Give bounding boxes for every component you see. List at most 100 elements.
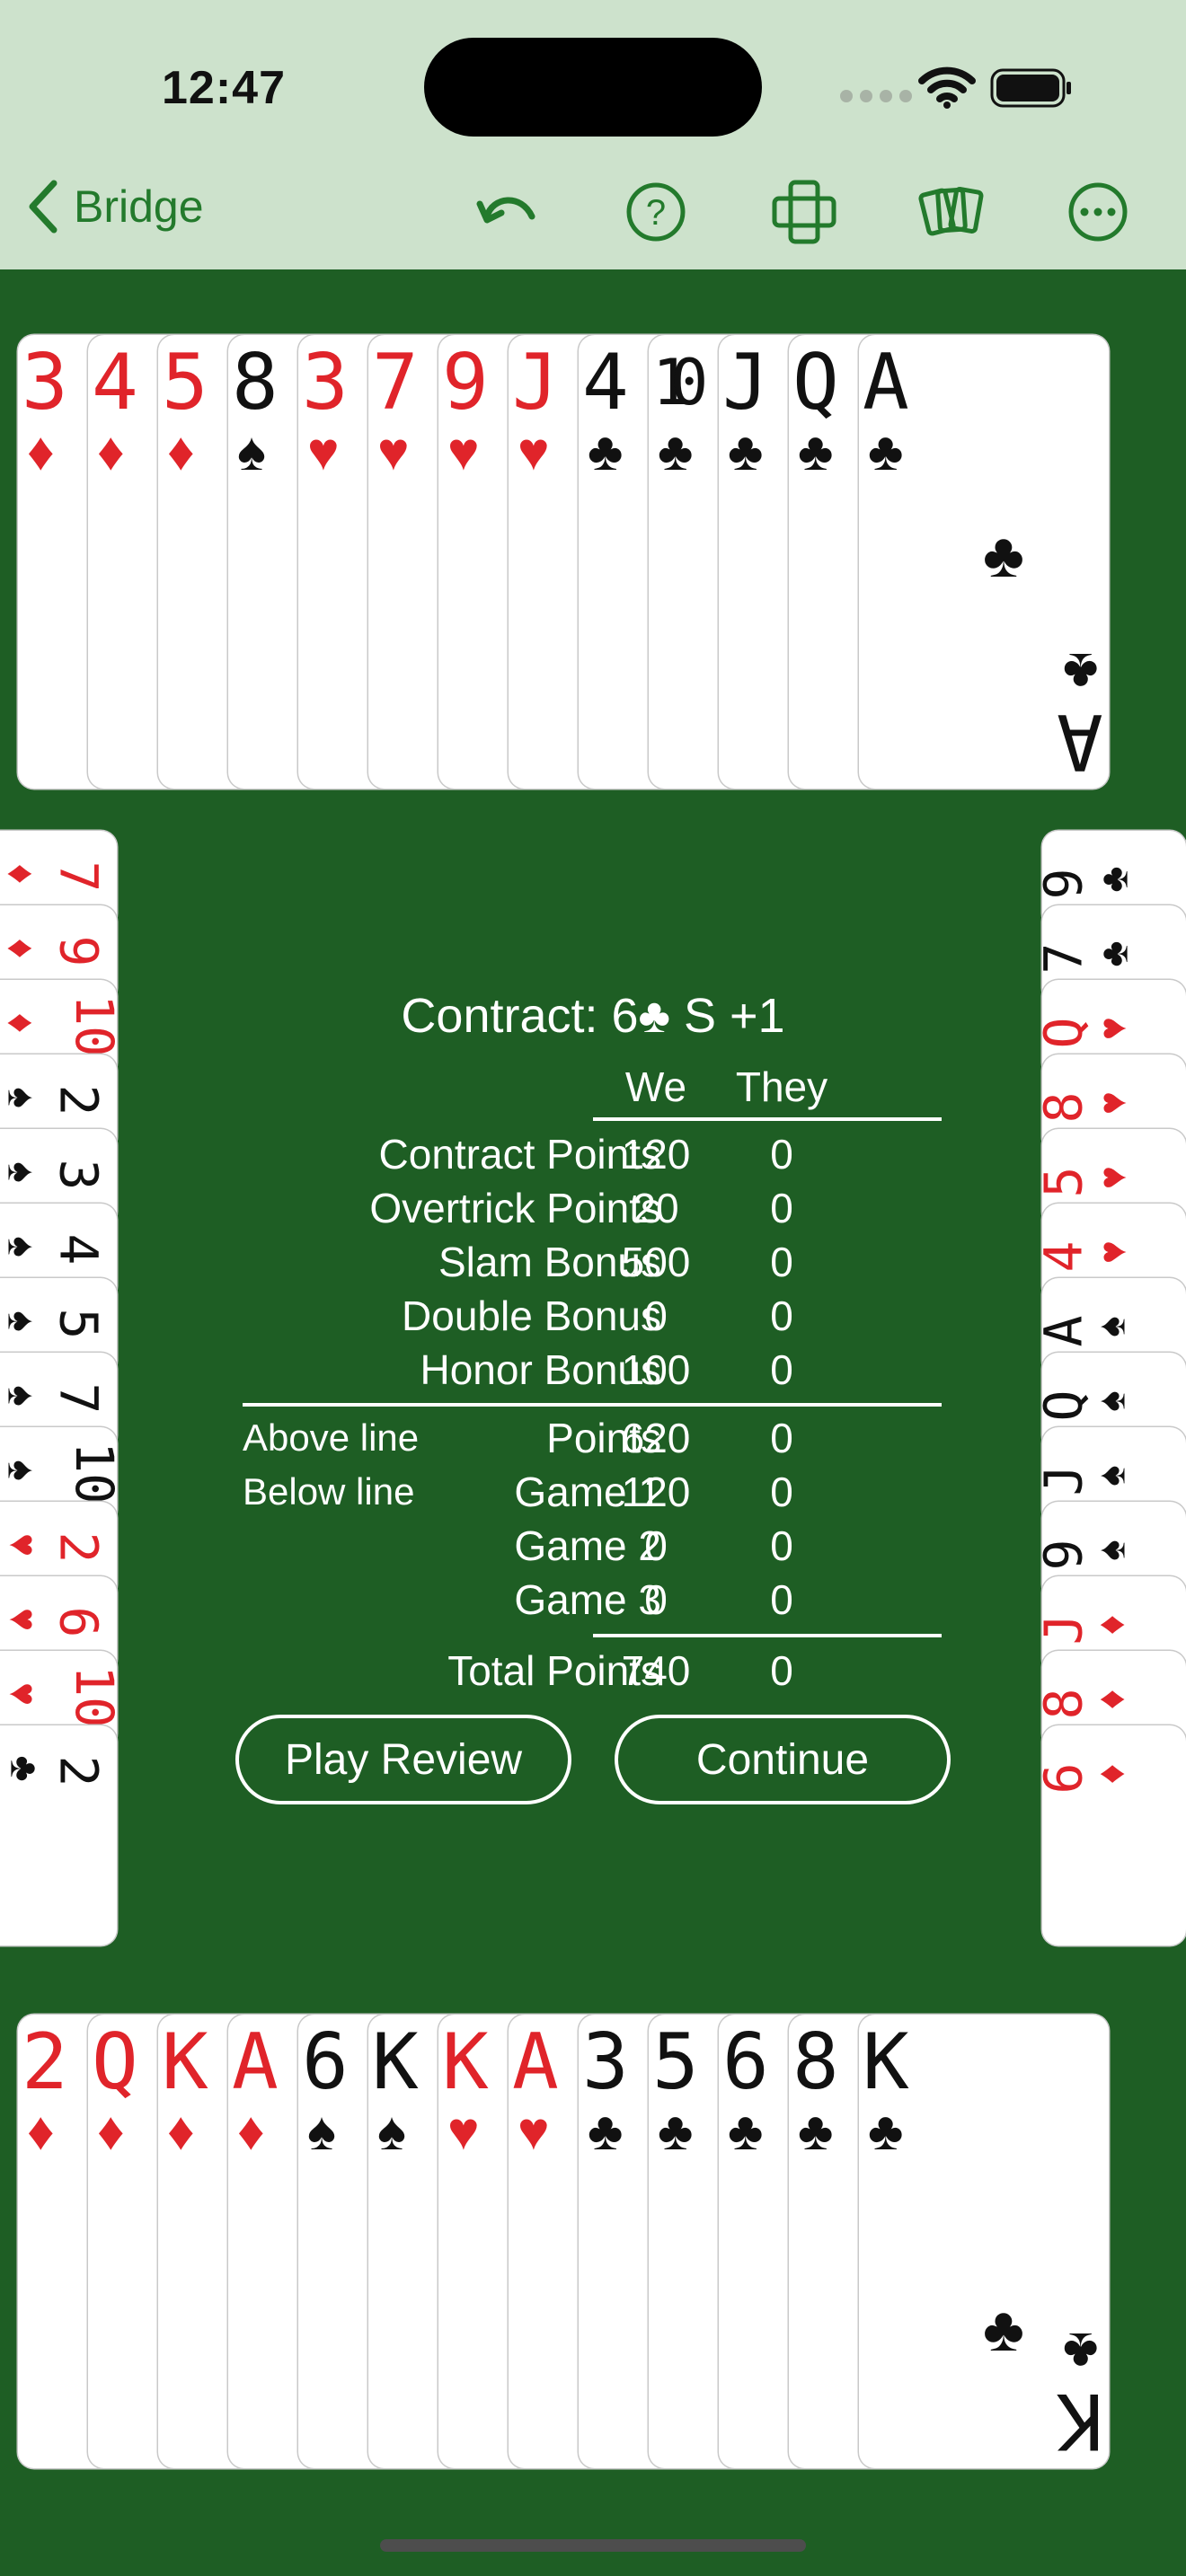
card-rank: K xyxy=(162,2017,208,2107)
card-suit: ♦ xyxy=(0,863,44,885)
card-rank: A xyxy=(232,2017,279,2107)
score-they-value: 0 xyxy=(770,1346,793,1393)
card-suit: ♥ xyxy=(1,1607,46,1632)
card-rank: 7 xyxy=(1042,943,1093,975)
score-they-value: 0 xyxy=(770,1522,793,1569)
card-rank: 6 xyxy=(722,2017,769,2107)
card-rank: 10 xyxy=(63,1665,117,1728)
card-rank: 6 xyxy=(48,1606,110,1638)
card-suit: ♥ xyxy=(307,421,340,481)
card-rank: Q xyxy=(1042,1390,1093,1422)
back-button[interactable]: Bridge xyxy=(27,180,204,234)
continue-button[interactable]: Continue xyxy=(615,1715,951,1804)
help-button[interactable]: ? xyxy=(620,176,692,248)
card-suit: ♠ xyxy=(0,1385,44,1407)
score-they-value: 0 xyxy=(770,1131,793,1178)
score-we-value: 120 xyxy=(621,1131,691,1178)
total-rule xyxy=(593,1634,942,1637)
card-suit: ♣ xyxy=(798,2101,834,2161)
card-suit: ♠ xyxy=(307,2101,336,2161)
question-icon: ? xyxy=(626,182,686,242)
card-suit: ♥ xyxy=(1,1532,46,1557)
card-suit: ♣ xyxy=(1092,940,1137,967)
card-rank: 9 xyxy=(1042,869,1093,900)
deal-button[interactable] xyxy=(915,176,987,248)
card-rank: A xyxy=(1042,1316,1093,1347)
card-rank: 4 xyxy=(92,338,138,428)
card-suit: ♦ xyxy=(0,938,44,959)
battery-icon xyxy=(990,68,1071,108)
card-rank: 2 xyxy=(22,2017,68,2107)
card-rank: 7 xyxy=(48,1382,110,1415)
score-we-value: 0 xyxy=(644,1292,668,1339)
card-suit: ♠ xyxy=(0,1310,44,1332)
rotate-hands-button[interactable] xyxy=(768,176,840,248)
card-suit: ♦ xyxy=(1089,1689,1134,1710)
west-card[interactable]: 2 ♣ xyxy=(0,1725,117,1945)
card-rank: J xyxy=(512,338,559,428)
score-they-value: 0 xyxy=(770,1415,793,1461)
card-suit: ♠ xyxy=(0,1087,44,1108)
header-rule xyxy=(593,1117,942,1121)
card-suit: ♦ xyxy=(0,1012,44,1034)
card-suit: ♠ xyxy=(1089,1316,1134,1337)
card-suit: ♣ xyxy=(658,2101,694,2161)
card-rank: 6 xyxy=(302,2017,349,2107)
header-they: They xyxy=(735,1063,828,1110)
north-card[interactable]: A ♣ ♣ A ♣ xyxy=(859,335,1109,789)
card-suit: ♥ xyxy=(1,1681,46,1707)
card-suit: ♥ xyxy=(1091,1016,1136,1041)
card-rank: 6 xyxy=(1042,1763,1093,1795)
card-rank: 8 xyxy=(792,2017,839,2107)
contract-level: Contract: 6 xyxy=(401,989,639,1043)
score-we-value: 100 xyxy=(621,1346,691,1393)
card-suit: ♣ xyxy=(728,421,764,481)
cards-icon xyxy=(918,187,984,236)
ellipsis-circle-icon xyxy=(1068,182,1128,242)
card-rank: 2 xyxy=(48,1084,110,1116)
card-rank: 3 xyxy=(302,338,349,428)
card-suit: ♠ xyxy=(237,421,266,481)
swap-cards-icon xyxy=(772,180,836,244)
card-suit: ♥ xyxy=(1091,1239,1136,1265)
card-suit: ♥ xyxy=(377,421,410,481)
card-suit: ♣ xyxy=(2,1755,47,1782)
card-suit: ♦ xyxy=(97,2101,125,2161)
card-suit: ♣ xyxy=(868,2101,904,2161)
south-card[interactable]: K ♣ ♣ K ♣ xyxy=(859,2015,1109,2468)
card-suit: ♠ xyxy=(1089,1390,1134,1412)
card-suit: ♠ xyxy=(0,1460,44,1481)
card-suit: ♣ xyxy=(868,421,904,481)
east-card[interactable]: 6♦ xyxy=(1042,1725,1186,1945)
card-rank-bottom: A xyxy=(1057,696,1103,786)
card-suit: ♦ xyxy=(97,421,125,481)
score-we-value: 20 xyxy=(633,1185,679,1231)
card-suit: ♥ xyxy=(518,421,550,481)
wifi-icon xyxy=(918,66,976,109)
mid-rule xyxy=(243,1403,942,1407)
card-suit-bottom: ♣ xyxy=(1062,642,1098,702)
card-rank: J xyxy=(722,338,769,428)
score-they-value: 0 xyxy=(770,1469,793,1515)
card-rank: 3 xyxy=(22,338,68,428)
card-rank: 8 xyxy=(1042,1092,1093,1124)
card-rank: Q xyxy=(792,338,839,428)
card-rank: 3 xyxy=(582,2017,629,2107)
card-rank: 5 xyxy=(1042,1167,1093,1198)
undo-button[interactable] xyxy=(472,176,544,248)
more-button[interactable] xyxy=(1062,176,1134,248)
card-rank: J xyxy=(1042,1614,1093,1645)
header-we: We xyxy=(624,1063,687,1110)
card-rank: 3 xyxy=(48,1159,110,1191)
card-rank: K xyxy=(372,2017,419,2107)
score-we-value: 0 xyxy=(644,1576,668,1623)
card-suit: ♥ xyxy=(1091,1090,1136,1116)
score-we-value: 0 xyxy=(644,1522,668,1569)
score-they-value: 0 xyxy=(770,1185,793,1231)
card-suit: ♠ xyxy=(0,1236,44,1257)
play-review-button[interactable]: Play Review xyxy=(235,1715,571,1804)
card-suit: ♥ xyxy=(447,2101,480,2161)
card-rank: 10 xyxy=(63,1442,117,1504)
contract-result: S +1 xyxy=(669,989,785,1043)
card-rank: 10 xyxy=(652,346,708,419)
